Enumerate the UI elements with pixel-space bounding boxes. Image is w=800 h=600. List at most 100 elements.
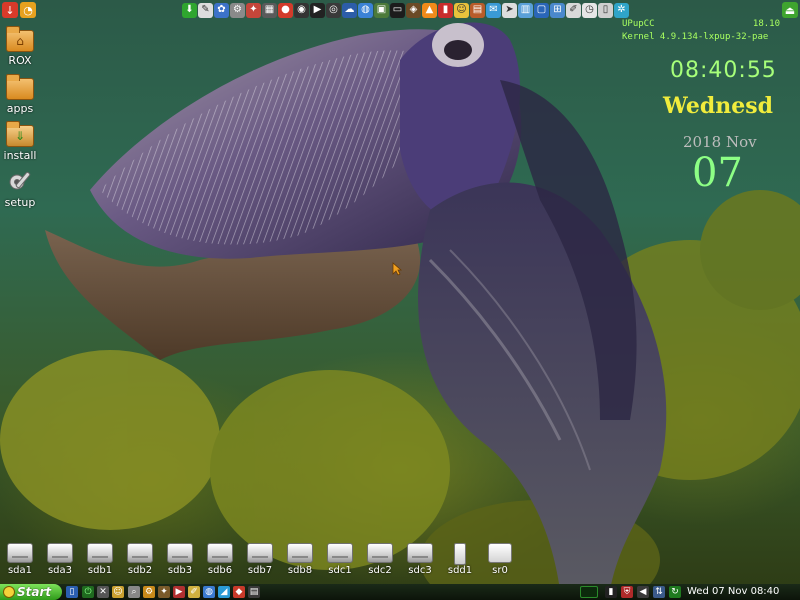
shutdown-icon[interactable]: ↓	[2, 2, 18, 18]
app-icon-4[interactable]: ◍	[203, 586, 215, 598]
chat-icon[interactable]: ✉	[486, 2, 501, 18]
start-button[interactable]: Start	[0, 584, 62, 600]
text-editor-icon[interactable]: ✎	[198, 2, 213, 18]
package-icon: ⇓	[6, 121, 34, 147]
drive-label: sdc3	[408, 565, 432, 576]
drive-sdb8[interactable]: sdb8	[282, 543, 318, 576]
show-desktop-icon[interactable]: ▯	[66, 586, 78, 598]
desktop-icon-label: install	[3, 149, 37, 162]
drive-label: sdb6	[207, 565, 233, 576]
menu-icon[interactable]: ◔	[20, 2, 36, 18]
home-folder-icon: ⌂	[6, 26, 34, 52]
app-icon-6[interactable]: ◆	[233, 586, 245, 598]
drive-sdb7[interactable]: sdb7	[242, 543, 278, 576]
app-icon-3[interactable]: ✐	[188, 586, 200, 598]
puppy-icon[interactable]: ☺	[112, 586, 124, 598]
wallpaper-cuttlefish	[0, 22, 800, 600]
terminal-icon[interactable]: ▭	[390, 2, 405, 18]
settings-gear-icon[interactable]: ⚙	[230, 2, 245, 18]
hard-drive-icon	[167, 543, 193, 563]
wizard-icon[interactable]: ✦	[246, 2, 261, 18]
app-icon-7[interactable]: ▤	[248, 586, 260, 598]
drive-sr0[interactable]: sr0	[482, 543, 518, 576]
launcher-bar: ⬇ ✎ ✿ ⚙ ✦ ▦ ● ◉ ▶ ◎ ☁ ◍ ▣ ▭ ◈ ▲ ▮ ☺ ▤ ✉ ➤ ▥ ▢ ⊞ ✐ ◷ ▯ ✲	[182, 1, 629, 19]
browser-icon[interactable]: ◍	[358, 2, 373, 18]
paint-icon[interactable]: ✿	[214, 2, 229, 18]
drive-sdc1[interactable]: sdc1	[322, 543, 358, 576]
record-icon[interactable]: ●	[278, 2, 293, 18]
firewall-shield-icon[interactable]: ⛨	[621, 586, 633, 598]
app-icon-1[interactable]: ✦	[158, 586, 170, 598]
drive-sdb1[interactable]: sdb1	[82, 543, 118, 576]
file-manager-icon[interactable]: ▥	[518, 2, 533, 18]
desktop-icon-label: ROX	[8, 54, 32, 67]
hard-drive-icon	[207, 543, 233, 563]
editor-icon[interactable]: ✐	[566, 2, 581, 18]
setup-gear-icon	[6, 168, 34, 194]
clock-time: 08:40:55	[670, 58, 777, 83]
workspace-icon[interactable]: ✕	[97, 586, 109, 598]
desktop-icon-setup[interactable]: setup	[2, 168, 38, 209]
drive-label: sdb8	[287, 565, 313, 576]
network-status-icon[interactable]: ⇅	[653, 586, 665, 598]
top-tray: ↓ ◔ ⬇ ✎ ✿ ⚙ ✦ ▦ ● ◉ ▶ ◎ ☁ ◍ ▣ ▭ ◈ ▲ ▮ ☺ ▤ ✉ ➤ ▥ ▢ ⊞ ✐ ◷ ▯ ✲ ⏏	[0, 0, 800, 20]
battery-icon[interactable]: ▮	[605, 586, 617, 598]
app-icon-5[interactable]: ◢	[218, 586, 230, 598]
drive-sda1[interactable]: sda1	[2, 543, 38, 576]
hard-drive-icon	[287, 543, 313, 563]
settings-icon[interactable]: ⚙	[143, 586, 155, 598]
volume-icon[interactable]: ◀	[637, 586, 649, 598]
drive-label: sdd1	[447, 565, 473, 576]
media-player-icon[interactable]: ▶	[310, 2, 325, 18]
pointer-icon[interactable]: ➤	[502, 2, 517, 18]
drive-label: sda1	[7, 565, 33, 576]
drive-sdc2[interactable]: sdc2	[362, 543, 398, 576]
web-camera-icon[interactable]: ◉	[294, 2, 309, 18]
system-info-panel: UPupCC 18.10 Kernel 4.9.134-lxpup-32-pae	[622, 18, 780, 44]
folder-icon	[6, 74, 34, 100]
preferences-icon[interactable]: ✲	[614, 2, 629, 18]
hard-drive-icon	[127, 543, 153, 563]
desktop-icon-apps[interactable]: apps	[2, 74, 38, 115]
distro-version: 18.10	[752, 19, 780, 29]
network-icon[interactable]: ☁	[342, 2, 357, 18]
taskbar-clock[interactable]: Wed 07 Nov 08:40	[687, 586, 779, 597]
drive-label: sda3	[47, 565, 73, 576]
drive-label: sdb7	[247, 565, 273, 576]
drive-sda3[interactable]: sda3	[42, 543, 78, 576]
drive-sdb2[interactable]: sdb2	[122, 543, 158, 576]
drive-sdd1[interactable]: sdd1	[442, 543, 478, 576]
distro-name: UPupCC	[622, 19, 655, 29]
clock-weekday: Wednesd	[663, 93, 774, 119]
desktop-icon-rox[interactable]: ⌂ ROX	[2, 26, 38, 67]
search-icon[interactable]: ⌕	[128, 586, 140, 598]
owl-icon[interactable]: ◈	[406, 2, 421, 18]
drive-sdb3[interactable]: sdb3	[162, 543, 198, 576]
puppy-face-icon[interactable]: ☺	[454, 2, 469, 18]
mixer-icon[interactable]: ▮	[438, 2, 453, 18]
firewall-icon[interactable]: ▤	[470, 2, 485, 18]
hard-drive-icon	[327, 543, 353, 563]
hard-drive-icon	[7, 543, 33, 563]
clock-icon[interactable]: ◷	[582, 2, 597, 18]
image-viewer-icon[interactable]: ▣	[374, 2, 389, 18]
exit-icon[interactable]: ⏏	[782, 2, 798, 18]
download-icon[interactable]: ⬇	[182, 2, 197, 18]
update-icon[interactable]: ↻	[669, 586, 681, 598]
drive-label: sr0	[492, 565, 508, 576]
screenshot-icon[interactable]: ⊞	[550, 2, 565, 18]
drive-label: sdb2	[127, 565, 153, 576]
taskbar: Start ▯ ⏻ ✕ ☺ ⌕ ⚙ ✦ ▶ ✐ ◍ ◢ ◆ ▤ ▮ ⛨ ◀ ⇅ …	[0, 584, 800, 600]
desktop-icon-install[interactable]: ⇓ install	[2, 121, 38, 162]
clipboard-icon[interactable]: ▯	[598, 2, 613, 18]
window-icon[interactable]: ▢	[534, 2, 549, 18]
calculator-icon[interactable]: ▦	[262, 2, 277, 18]
cd-burner-icon[interactable]: ◎	[326, 2, 341, 18]
drive-sdc3[interactable]: sdc3	[402, 543, 438, 576]
power-icon[interactable]: ⏻	[82, 586, 94, 598]
hard-drive-icon	[87, 543, 113, 563]
app-icon-2[interactable]: ▶	[173, 586, 185, 598]
vlc-icon[interactable]: ▲	[422, 2, 437, 18]
drive-sdb6[interactable]: sdb6	[202, 543, 238, 576]
drive-label: sdb3	[167, 565, 193, 576]
